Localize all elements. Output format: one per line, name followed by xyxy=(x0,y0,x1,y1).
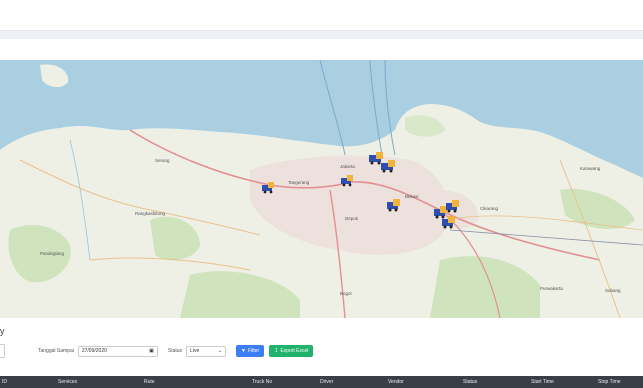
column-header-vendor[interactable]: Vendor xyxy=(388,379,404,385)
date-to-input[interactable]: 27/09/2020 ▣ xyxy=(77,345,158,357)
filter-bar: Tanggal Sampai 27/09/2020 ▣ Status Live … xyxy=(38,344,314,358)
column-header-driver[interactable]: Driver xyxy=(320,379,333,385)
fleet-map[interactable]: Serang Tangerang Jakarta Bekasi Depok Bo… xyxy=(0,60,643,318)
filter-button[interactable]: ▼ Filter xyxy=(236,345,265,357)
place-label: Depok xyxy=(345,216,359,221)
status-value: Live xyxy=(190,348,200,354)
column-header-id[interactable]: ID xyxy=(2,379,7,385)
table-header: ID Services Rute Truck No Driver Vendor … xyxy=(0,376,643,388)
section-title: y xyxy=(0,326,5,336)
column-header-status[interactable]: Status xyxy=(463,379,477,385)
place-label: Karawang xyxy=(580,166,601,171)
place-label: Purwakarta xyxy=(540,286,563,291)
column-header-truck-no[interactable]: Truck No xyxy=(252,379,272,385)
place-label: Cikarang xyxy=(480,206,499,211)
top-bar xyxy=(0,0,643,31)
map-canvas[interactable]: Serang Tangerang Jakarta Bekasi Depok Bo… xyxy=(0,60,643,318)
chevron-down-icon: ⌄ xyxy=(217,348,223,354)
column-header-start-time[interactable]: Start Time xyxy=(531,379,554,385)
place-label: Tangerang xyxy=(288,180,310,185)
export-excel-button[interactable]: ↧ Export Excel xyxy=(269,345,314,357)
place-label: Bogor xyxy=(340,291,353,296)
status-select[interactable]: Live ⌄ xyxy=(186,345,227,357)
place-label: Serang xyxy=(155,158,170,163)
export-button-label: Export Excel xyxy=(280,348,309,354)
column-header-stop-time[interactable]: Stop Time xyxy=(598,379,621,385)
date-to-label: Tanggal Sampai xyxy=(38,348,74,354)
filter-icon: ▼ xyxy=(241,348,246,354)
place-label: Bekasi xyxy=(405,194,419,199)
column-header-services[interactable]: Services xyxy=(58,379,77,385)
column-header-rute[interactable]: Rute xyxy=(144,379,155,385)
place-label: Pandeglang xyxy=(40,251,65,256)
download-icon: ↧ xyxy=(274,348,279,354)
place-label: Subang xyxy=(605,288,621,293)
date-from-input[interactable] xyxy=(0,344,5,358)
status-label: Status xyxy=(167,348,183,354)
filter-button-label: Filter xyxy=(248,348,260,354)
north-coast-island xyxy=(40,64,69,88)
calendar-icon[interactable]: ▣ xyxy=(149,348,154,354)
date-to-value: 27/09/2020 xyxy=(81,348,107,354)
place-label: Rangkasbitung xyxy=(135,211,166,216)
place-label: Jakarta xyxy=(340,164,355,169)
